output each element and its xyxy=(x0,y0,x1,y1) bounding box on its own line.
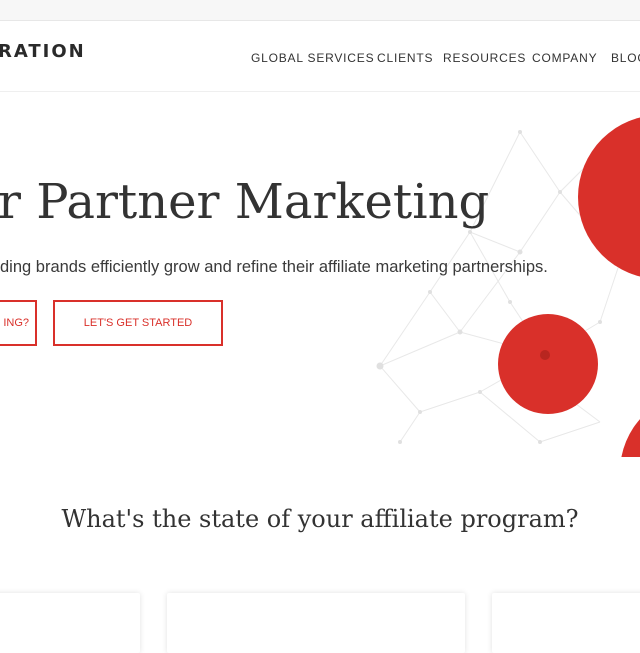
info-card[interactable] xyxy=(492,593,640,653)
hero-section: r Partner Marketing ding brands efficien… xyxy=(0,92,640,457)
main-nav: GLOBAL SERVICES CLIENTS RESOURCES COMPAN… xyxy=(0,51,640,67)
info-card[interactable] xyxy=(167,593,465,653)
nav-company[interactable]: COMPANY xyxy=(532,51,597,65)
decorative-circle-medium xyxy=(498,314,598,414)
info-card[interactable] xyxy=(0,593,140,653)
secondary-cta-button[interactable]: ING? xyxy=(0,300,37,346)
decorative-circle-large xyxy=(578,117,640,277)
site-header: RATION GLOBAL SERVICES CLIENTS RESOURCES… xyxy=(0,21,640,92)
nav-resources[interactable]: RESOURCES xyxy=(443,51,526,65)
browser-top-strip xyxy=(0,0,640,21)
decorative-circle-bottom xyxy=(621,419,640,457)
get-started-button[interactable]: LET'S GET STARTED xyxy=(53,300,223,346)
nav-blog[interactable]: BLOG xyxy=(611,51,640,65)
hero-subtitle: ding brands efficiently grow and refine … xyxy=(0,258,548,276)
network-node-dot xyxy=(540,350,550,360)
nav-clients[interactable]: CLIENTS xyxy=(377,51,433,65)
nav-global-services[interactable]: GLOBAL SERVICES xyxy=(251,51,374,65)
card-row xyxy=(0,593,640,653)
hero-title: r Partner Marketing xyxy=(0,174,490,230)
section-title: What's the state of your affiliate progr… xyxy=(61,505,579,533)
